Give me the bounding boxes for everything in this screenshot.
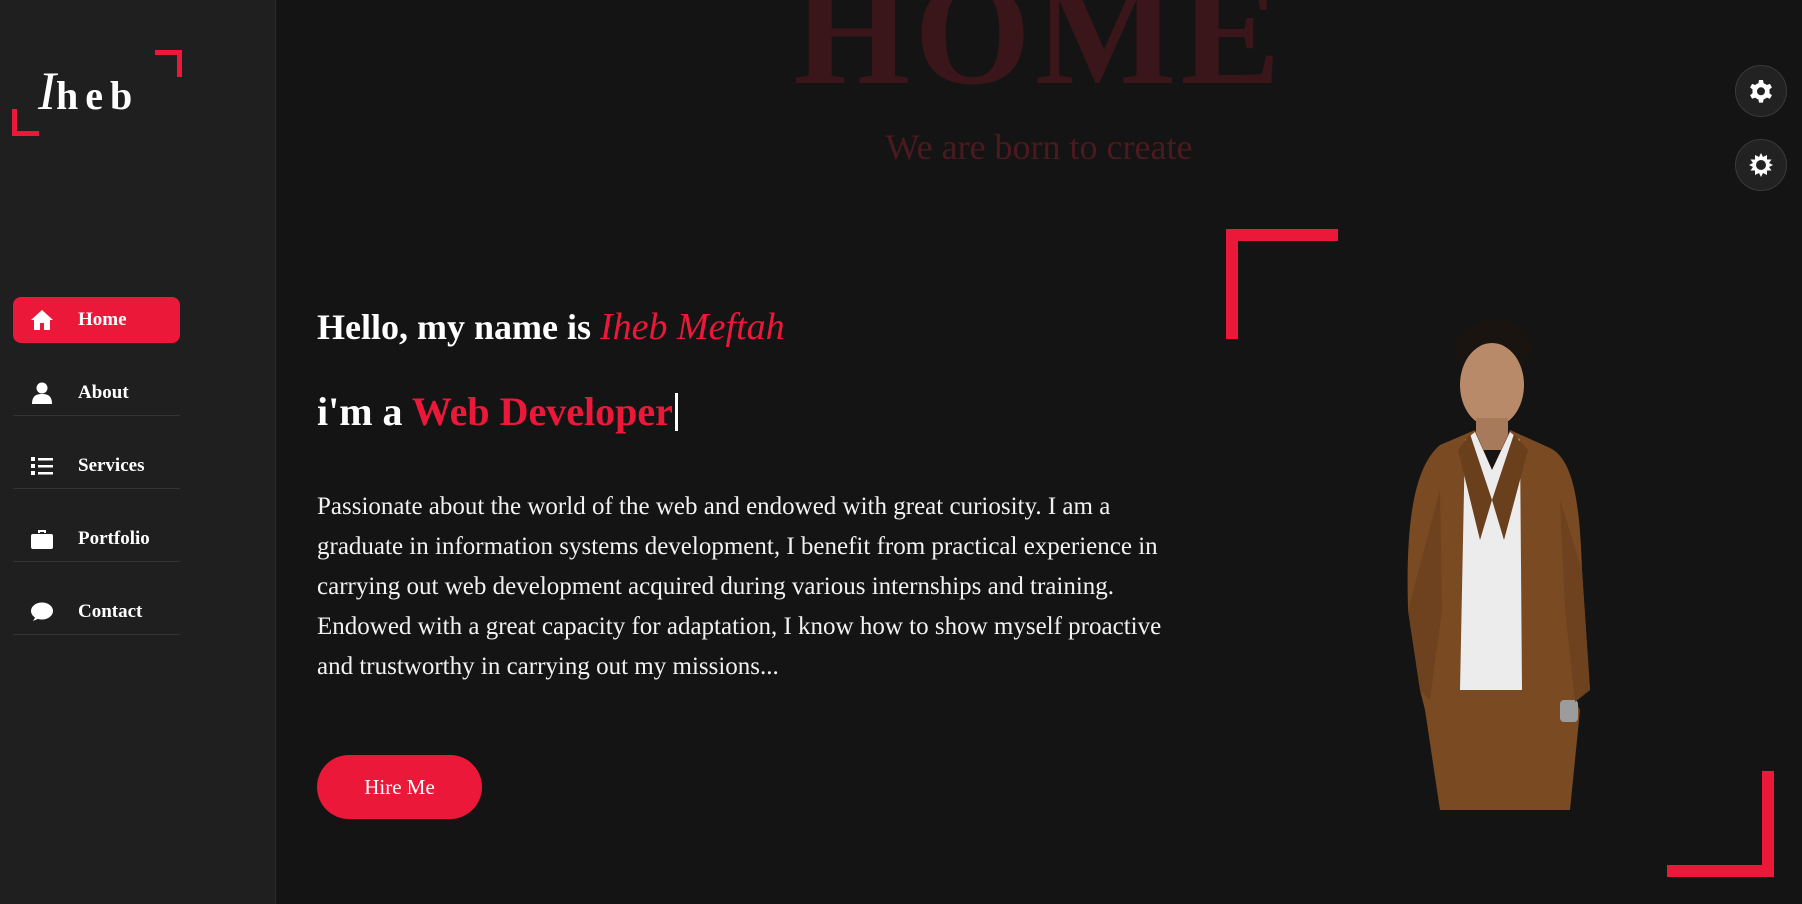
sun-icon xyxy=(1749,153,1773,177)
nav-item-label: Portfolio xyxy=(78,527,150,549)
logo-corner-top-right xyxy=(155,50,182,77)
home-icon xyxy=(29,309,55,331)
main-nav: Home About Services Portfolio Contact xyxy=(13,297,180,662)
greeting-heading: Hello, my name is Iheb Meftah xyxy=(317,305,785,349)
nav-item-about[interactable]: About xyxy=(13,370,180,416)
bio-paragraph: Passionate about the world of the web an… xyxy=(317,493,1162,680)
section-subtitle: We are born to create xyxy=(885,127,1193,167)
nav-item-portfolio[interactable]: Portfolio xyxy=(13,516,180,562)
logo-text: Iheb xyxy=(38,60,139,122)
sidebar: Iheb Home About Services Portfolio Conta… xyxy=(0,0,276,904)
photo-frame-top-left xyxy=(1226,229,1338,339)
nav-item-services[interactable]: Services xyxy=(13,443,180,489)
nav-item-contact[interactable]: Contact xyxy=(13,589,180,635)
greeting-prefix: Hello, my name is xyxy=(317,307,600,347)
briefcase-icon xyxy=(29,528,55,550)
list-icon xyxy=(29,455,55,477)
logo[interactable]: Iheb xyxy=(12,50,182,136)
gear-icon xyxy=(1750,80,1772,103)
role-text: Web Developer xyxy=(411,389,673,434)
theme-toggle-button[interactable] xyxy=(1735,139,1787,191)
person-name: Iheb Meftah xyxy=(599,306,785,348)
photo-frame-bottom-right xyxy=(1667,771,1774,877)
logo-first-letter: I xyxy=(38,61,56,121)
nav-item-label: Home xyxy=(78,309,127,330)
user-icon xyxy=(29,382,55,404)
logo-rest: heb xyxy=(55,73,140,118)
nav-item-label: About xyxy=(78,381,129,403)
nav-item-home[interactable]: Home xyxy=(13,297,180,343)
role-heading: i'm a Web Developer xyxy=(317,388,678,435)
comment-icon xyxy=(29,601,55,623)
hire-me-button[interactable]: Hire Me xyxy=(317,755,482,819)
style-switcher-button[interactable] xyxy=(1735,65,1787,117)
profile-photo xyxy=(1407,319,1590,810)
typing-cursor xyxy=(674,393,678,431)
role-prefix: i'm a xyxy=(317,389,412,434)
section-title: HOME xyxy=(793,0,1285,116)
nav-item-label: Services xyxy=(78,454,145,476)
logo-corner-bottom-left xyxy=(12,109,39,136)
nav-item-label: Contact xyxy=(78,600,143,622)
